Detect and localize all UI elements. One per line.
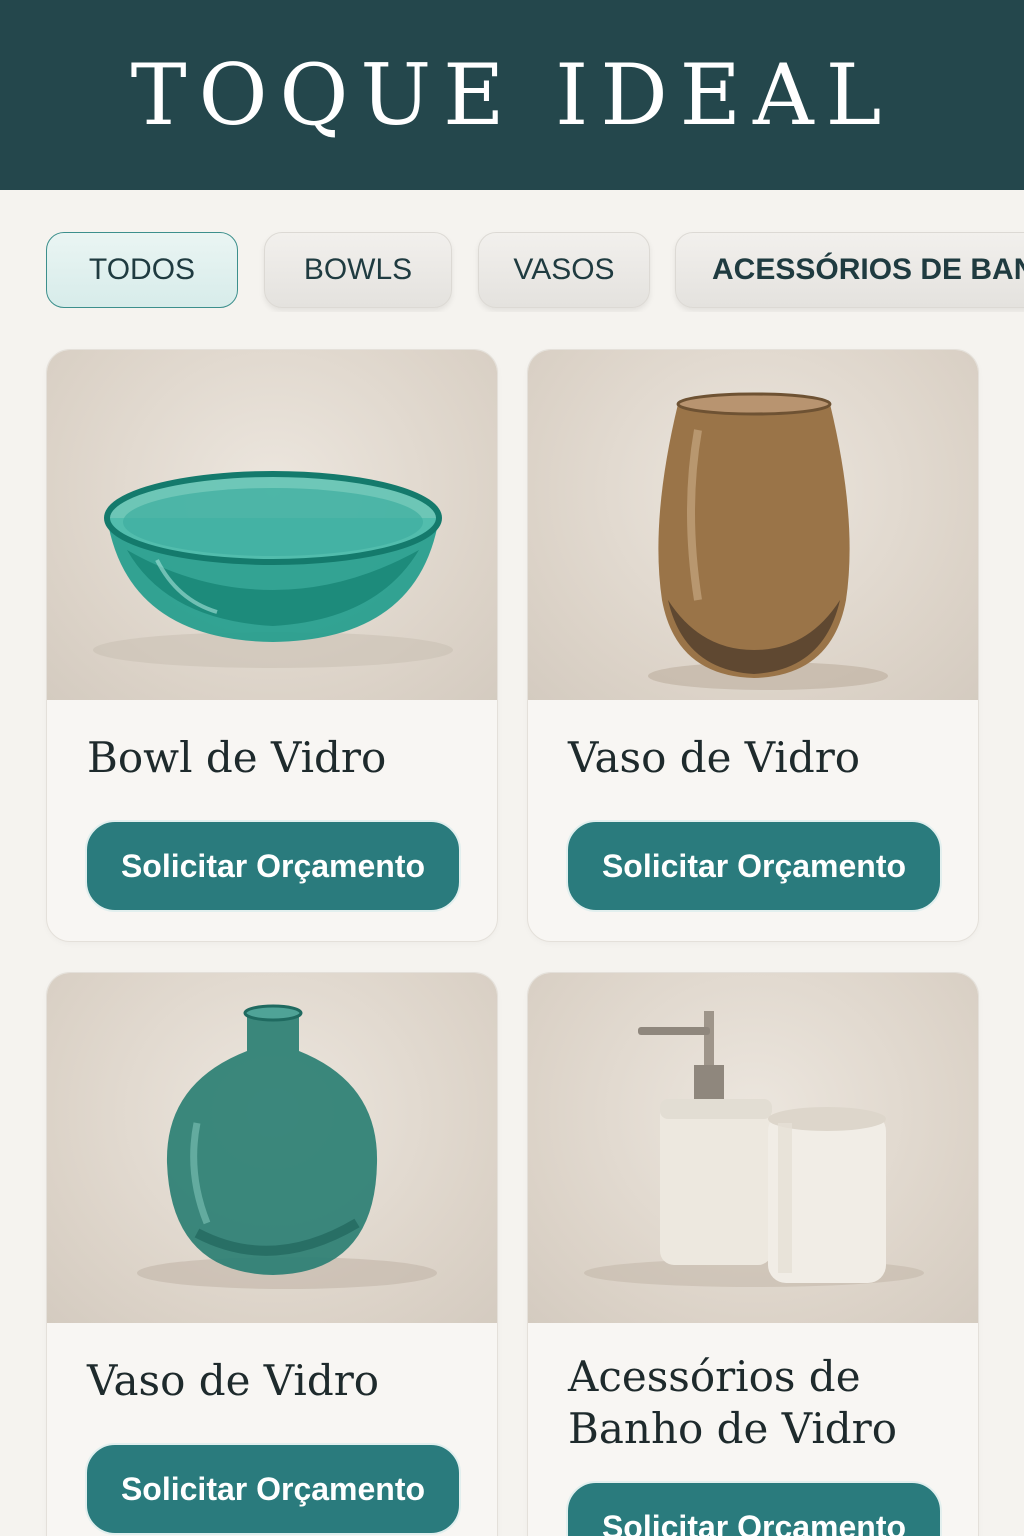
product-title: Vaso de Vidro	[568, 733, 861, 782]
request-quote-button[interactable]: Solicitar Orçamento	[566, 820, 942, 912]
tab-todos[interactable]: TODOS	[46, 232, 238, 308]
request-quote-button[interactable]: Solicitar Orçamento	[85, 1443, 461, 1535]
product-image[interactable]	[47, 350, 497, 700]
product-image[interactable]	[528, 350, 978, 700]
tab-acessorios-banho[interactable]: ACESSÓRIOS DE BAN	[675, 232, 1024, 308]
site-header: TOQUE IDEAL	[0, 0, 1024, 190]
product-card: Vaso de Vidro Solicitar Orçamento	[527, 349, 979, 942]
product-card: Acessórios de Banho de Vidro Solicitar O…	[527, 972, 979, 1536]
product-title: Vaso de Vidro	[87, 1356, 380, 1405]
tab-vasos[interactable]: VASOS	[478, 232, 650, 308]
product-title: Acessórios de	[568, 1352, 861, 1401]
request-quote-button[interactable]: Solicitar Orçamento	[85, 820, 461, 912]
product-card: Vaso de Vidro Solicitar Orçamento	[46, 972, 498, 1536]
tab-bowls[interactable]: BOWLS	[264, 232, 452, 308]
product-title: Bowl de Vidro	[87, 733, 387, 782]
product-image[interactable]	[528, 973, 978, 1323]
brand-logo[interactable]: TOQUE IDEAL	[131, 46, 894, 144]
request-quote-button[interactable]: Solicitar Orçamento	[566, 1481, 942, 1536]
product-image[interactable]	[47, 973, 497, 1323]
product-card: Bowl de Vidro Solicitar Orçamento	[46, 349, 498, 942]
product-title: Banho de Vidro	[568, 1404, 898, 1453]
filter-tabs: TODOS BOWLS VASOS ACESSÓRIOS DE BAN	[0, 230, 1024, 312]
